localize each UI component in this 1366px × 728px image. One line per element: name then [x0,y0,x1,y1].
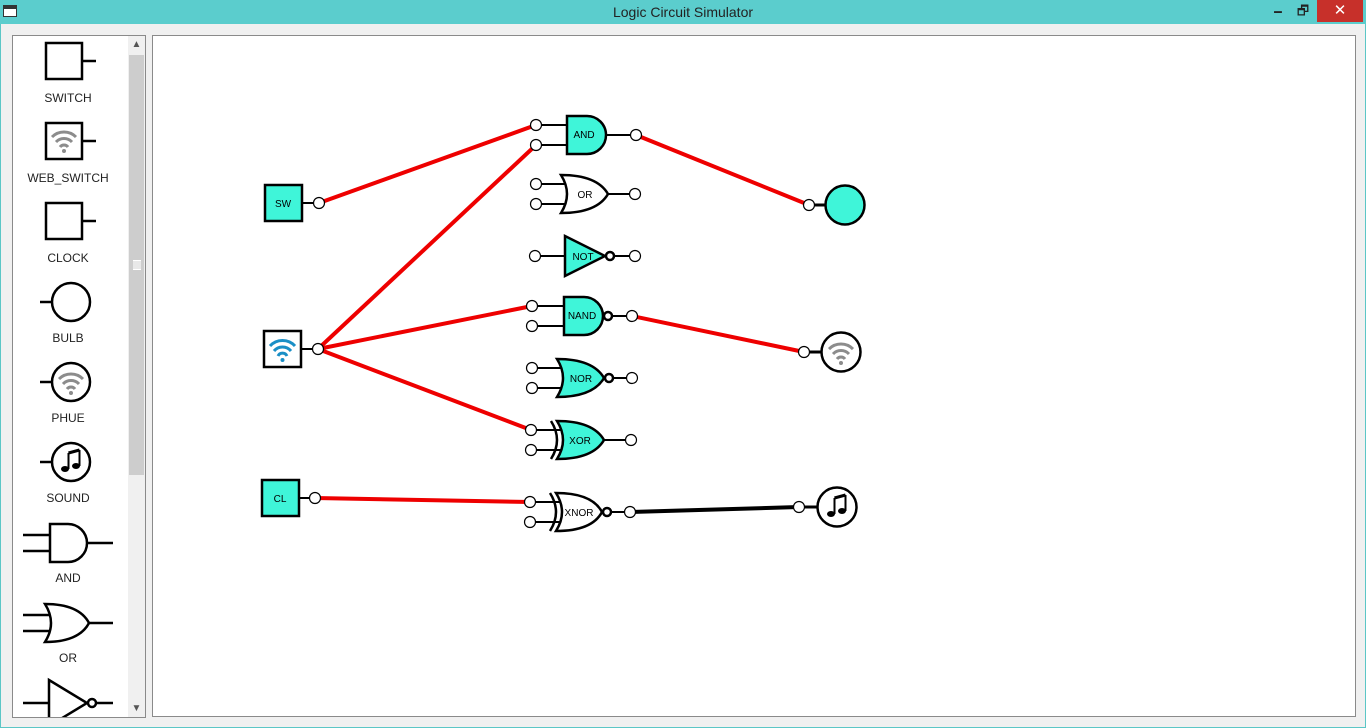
nand-output-pin[interactable] [625,309,639,323]
nor-output-pin[interactable] [625,371,639,385]
nor-gate[interactable]: NOR [525,357,639,399]
and-input-pin-a[interactable] [529,118,543,132]
or-gate[interactable]: OR [529,173,642,215]
bulb-icon [40,281,92,323]
wire-wifi-xor[interactable] [317,347,532,432]
switch-output-pin[interactable] [312,196,326,210]
palette-item-and[interactable]: AND [13,516,127,588]
palette-label-phue: PHUE [51,411,85,425]
xor-gate-label: XOR [569,436,591,447]
wifi-switch-icon [44,121,96,161]
phue-input-pin[interactable] [797,345,811,359]
nand-gate[interactable]: NAND [525,295,639,337]
not-gate-icon [23,677,113,717]
clock-output-pin[interactable] [308,491,322,505]
not-output-pin[interactable] [628,249,642,263]
xnor-gate-label: XNOR [565,508,594,519]
switch-label: SW [275,199,292,210]
phue-component[interactable] [797,331,862,373]
nor-input-pin-a[interactable] [525,361,539,375]
web-switch-output-pin[interactable] [311,342,325,356]
xnor-gate[interactable]: XNOR [523,491,637,533]
palette-item-switch[interactable]: SWITCH [13,36,127,108]
palette-item-sound[interactable]: SOUND [13,436,127,508]
clock-icon [44,201,96,241]
and-gate-label: AND [573,130,594,141]
bulb-input-pin[interactable] [802,198,816,212]
switch-icon [44,41,96,81]
wire-wifi-nand[interactable] [317,304,533,351]
clock-component[interactable]: CL [260,478,322,518]
palette-label-or: OR [59,651,77,665]
wire-wifi-and[interactable] [316,143,538,351]
or-input-pin-a[interactable] [529,177,543,191]
not-gate[interactable]: NOT [528,233,642,279]
palette-item-web-switch[interactable]: WEB_SWITCH [13,116,127,188]
palette-label-and: AND [55,571,81,585]
palette-item-or[interactable]: OR [13,596,127,668]
or-gate-icon [23,602,113,644]
xor-input-pin-b[interactable] [524,443,538,457]
xor-input-pin-a[interactable] [524,423,538,437]
nor-gate-label: NOR [570,374,592,385]
maximize-button[interactable]: 🗗 [1288,0,1318,22]
window-client-area: SWITCH WEB_SWITCH CLOCK BULB PHUE SOUND … [0,24,1366,728]
window-title: Logic Circuit Simulator [612,4,754,20]
palette-item-not[interactable] [13,676,127,717]
wire-xnor-sound[interactable] [629,505,800,514]
component-palette: SWITCH WEB_SWITCH CLOCK BULB PHUE SOUND … [12,35,146,718]
palette-item-clock[interactable]: CLOCK [13,196,127,268]
clock-label: CL [274,494,287,505]
xor-output-pin[interactable] [624,433,638,447]
palette-label-switch: SWITCH [44,91,92,105]
circuit-diagram: .w-on { stroke: #ee0000; stroke-width: 4… [260,114,866,533]
not-input-pin[interactable] [528,249,542,263]
wire-sw-and[interactable] [318,123,537,205]
bulb-icon [824,184,866,226]
not-gate-label: NOT [572,252,593,263]
nand-input-pin-a[interactable] [525,299,539,313]
palette-label-bulb: BULB [52,331,84,345]
palette-item-bulb[interactable]: BULB [13,276,127,348]
and-gate-icon [23,522,113,564]
bulb-component[interactable] [802,184,866,226]
palette-scrollbar[interactable]: ▲ ▼ [128,36,145,717]
or-gate-label: OR [578,190,593,201]
palette-item-phue[interactable]: PHUE [13,356,127,428]
palette-label-clock: CLOCK [47,251,89,265]
close-button[interactable]: ✕ [1317,0,1363,22]
sound-component[interactable] [792,486,858,528]
palette-label-sound: SOUND [46,491,90,505]
nor-input-pin-b[interactable] [525,381,539,395]
sound-input-pin[interactable] [792,500,806,514]
and-input-pin-b[interactable] [529,138,543,152]
scroll-thumb[interactable] [129,55,144,475]
circuit-canvas[interactable]: .w-on { stroke: #ee0000; stroke-width: 4… [152,35,1356,717]
wire-clock-xnor[interactable] [314,496,531,504]
xnor-output-pin[interactable] [623,505,637,519]
xor-gate[interactable]: XOR [524,419,638,461]
wifi-bulb-icon [40,361,92,403]
or-input-pin-b[interactable] [529,197,543,211]
and-output-pin[interactable] [629,128,643,142]
music-note-icon [40,441,92,483]
scroll-up-button[interactable]: ▲ [128,36,145,53]
xnor-input-pin-a[interactable] [523,495,537,509]
web-switch-component[interactable] [262,329,325,369]
wire-and-bulb[interactable] [635,133,810,207]
scroll-down-button[interactable]: ▼ [128,700,145,717]
title-bar: Logic Circuit Simulator 🗕 🗗 ✕ [0,0,1366,24]
nand-gate-label: NAND [568,311,596,322]
scroll-grip [133,260,141,270]
or-output-pin[interactable] [628,187,642,201]
nand-input-pin-b[interactable] [525,319,539,333]
wire-nand-phue[interactable] [631,314,805,354]
switch-component[interactable]: SW [263,183,326,223]
xnor-input-pin-b[interactable] [523,515,537,529]
palette-label-web-switch: WEB_SWITCH [27,171,109,185]
and-gate[interactable]: AND [529,114,643,156]
